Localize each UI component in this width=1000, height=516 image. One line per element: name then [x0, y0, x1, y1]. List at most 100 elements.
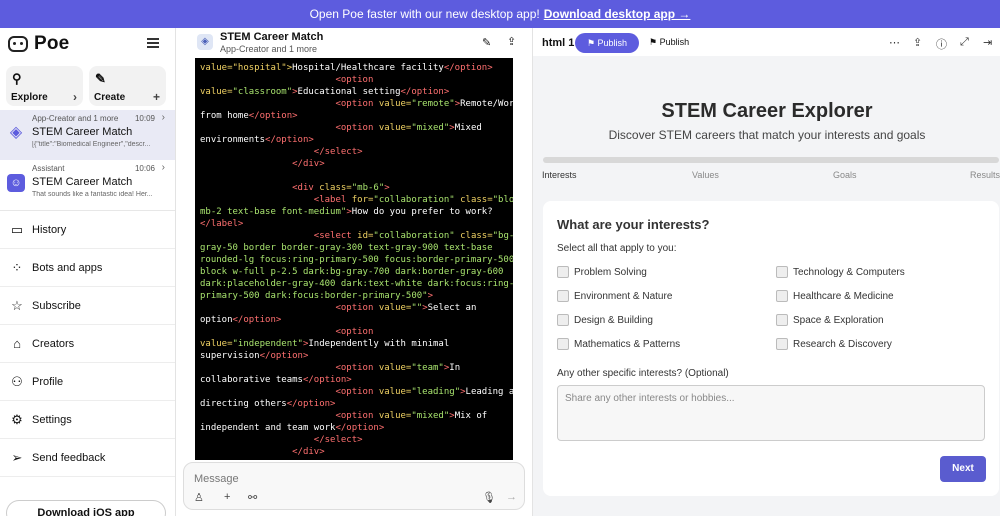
code-line: dark:placeholder-gray-400 dark:text-whit… — [200, 279, 513, 289]
code-line: value="independent">Independently with m… — [200, 339, 450, 349]
option-label: Problem Solving — [574, 266, 647, 278]
interest-checkbox[interactable]: Space & Exploration — [776, 314, 884, 326]
interest-checkbox[interactable]: Problem Solving — [557, 266, 647, 278]
chat-title: STEM Career Match — [32, 126, 133, 138]
nav-creators[interactable]: ⌂ Creators — [0, 325, 175, 363]
nav-history[interactable]: ▭ History — [0, 211, 175, 249]
code-line: rounded-lg focus:ring-primary-500 focus:… — [200, 255, 513, 265]
info-icon[interactable]: ⓘ — [936, 36, 947, 52]
code-line: mb-2 text-base font-medium">How do you p… — [200, 207, 493, 217]
chat-header-subtitle: App-Creator and 1 more — [220, 44, 318, 54]
brand: Poe — [0, 28, 175, 60]
download-desktop-link[interactable]: Download desktop app → — [544, 7, 691, 21]
code-line: independent and team work</option> — [200, 423, 385, 433]
nav-label: History — [32, 223, 67, 236]
step-interests: Interests — [542, 170, 577, 180]
chat-preview: That sounds like a fantastic idea! Her..… — [32, 191, 153, 198]
microphone-icon[interactable]: 🎙 — [482, 491, 496, 504]
preview-pane: html 1 ⚑ Publish ⚑ Publish ⋯ ⇪ ⓘ ⤢ ⇥ STE… — [532, 28, 1000, 516]
create-button[interactable]: ✎ Create + — [89, 66, 166, 106]
question-heading: What are your interests? — [557, 217, 710, 232]
interest-checkbox[interactable]: Technology & Computers — [776, 266, 905, 278]
download-ios-button[interactable]: Download iOS app — [6, 500, 166, 516]
chevron-right-icon: › — [161, 162, 165, 173]
chevron-right-icon: › — [73, 90, 77, 104]
code-line: value="classroom">Educational setting</o… — [200, 87, 450, 97]
chat-item[interactable]: ◈ App-Creator and 1 more 10:09 › STEM Ca… — [0, 110, 175, 160]
new-chat-icon: ✎ — [95, 71, 106, 86]
option-label: Mathematics & Patterns — [574, 338, 681, 350]
interest-checkbox[interactable]: Healthcare & Medicine — [776, 290, 894, 302]
interest-checkbox[interactable]: Environment & Nature — [557, 290, 672, 302]
share-icon[interactable]: ⇪ — [507, 35, 516, 48]
interest-checkbox[interactable]: Mathematics & Patterns — [557, 338, 680, 350]
share-icon[interactable]: ⇪ — [913, 36, 922, 49]
code-line: from home</option> — [200, 111, 298, 121]
settings-sliders-icon[interactable]: ⚯ — [248, 491, 257, 504]
nav-label: Profile — [32, 375, 64, 388]
chat-header: ◈ STEM Career Match App-Creator and 1 mo… — [177, 28, 531, 56]
nav-label: Settings — [32, 413, 72, 426]
code-line: value="hospital">Hospital/Healthcare fac… — [200, 63, 493, 73]
chat-time: 10:06 — [134, 164, 155, 173]
nav-settings[interactable]: ⚙ Settings — [0, 401, 175, 439]
sidebar: Poe ⚲ Explore › ✎ Create + ◈ App-Creator… — [0, 28, 176, 516]
step-results: Results — [970, 170, 1000, 180]
chat-preview: [{"title":"Biomedical Engineer","descr..… — [32, 141, 151, 148]
send-arrow-icon[interactable]: → — [506, 491, 517, 503]
download-banner: Open Poe faster with our new desktop app… — [0, 0, 1000, 28]
checkbox[interactable] — [776, 290, 788, 302]
message-composer[interactable]: Message ♙ + ⚯ 🎙 → — [183, 462, 525, 510]
code-line: primary-500 dark:focus:border-primary-50… — [200, 291, 433, 301]
plus-icon[interactable]: + — [224, 491, 230, 503]
bot-icon[interactable]: ♙ — [194, 491, 204, 504]
interest-checkbox[interactable]: Research & Discovery — [776, 338, 892, 350]
publish-label: Publish — [597, 38, 628, 48]
nav-label: Creators — [32, 337, 75, 350]
message-input[interactable]: Message — [194, 473, 239, 485]
checkbox[interactable] — [776, 314, 788, 326]
create-label: Create — [94, 92, 126, 103]
star-icon: ☆ — [11, 297, 23, 313]
brand-name: Poe — [34, 33, 70, 54]
chat-item[interactable]: ☺ Assistant 10:06 › STEM Career Match Th… — [0, 160, 175, 210]
checkbox[interactable] — [776, 266, 788, 278]
checkbox[interactable] — [557, 290, 569, 302]
next-button[interactable]: Next — [940, 456, 986, 482]
collapse-panel-icon[interactable]: ⇥ — [983, 36, 992, 49]
menu-icon[interactable] — [147, 38, 159, 48]
chat-header-title: STEM Career Match — [220, 31, 324, 43]
checkbox[interactable] — [776, 338, 788, 350]
nav-subscribe[interactable]: ☆ Subscribe — [0, 287, 175, 325]
nav-profile[interactable]: ⚇ Profile — [0, 363, 175, 401]
publish-label: Publish — [659, 37, 690, 47]
more-icon[interactable]: ⋯ — [889, 36, 900, 49]
code-line: supervision</option> — [200, 351, 309, 361]
nav-bots-and-apps[interactable]: ⁘ Bots and apps — [0, 249, 175, 287]
interest-checkbox[interactable]: Design & Building — [557, 314, 653, 326]
chat-title: STEM Career Match — [32, 176, 133, 188]
code-line: </div> — [292, 447, 325, 457]
checkbox[interactable] — [557, 266, 569, 278]
other-interests-textarea[interactable] — [557, 385, 985, 441]
explore-label: Explore — [11, 92, 48, 103]
checkbox[interactable] — [557, 314, 569, 326]
explore-button[interactable]: ⚲ Explore › — [6, 66, 83, 106]
step-goals: Goals — [833, 170, 857, 180]
edit-icon[interactable]: ✎ — [482, 36, 491, 49]
publish-button[interactable]: ⚑ Publish — [575, 33, 639, 53]
option-label: Research & Discovery — [793, 338, 892, 350]
step-values: Values — [692, 170, 719, 180]
checkbox[interactable] — [557, 338, 569, 350]
app-creator-icon: ◈ — [197, 34, 213, 50]
option-label: Environment & Nature — [574, 290, 673, 302]
publish-secondary-button[interactable]: ⚑ Publish — [649, 37, 689, 48]
creators-icon: ⌂ — [13, 336, 21, 351]
code-line: <div class="mb-6"> — [292, 183, 390, 193]
nav-send-feedback[interactable]: ➢ Send feedback — [0, 439, 175, 477]
code-line: <option value="mixed">Mix of — [335, 411, 488, 421]
expand-icon[interactable]: ⤢ — [960, 36, 969, 49]
doc-tab[interactable]: html 1 — [542, 37, 574, 49]
banner-text: Open Poe faster with our new desktop app… — [309, 7, 540, 21]
app-subtitle: Discover STEM careers that match your in… — [608, 128, 926, 142]
